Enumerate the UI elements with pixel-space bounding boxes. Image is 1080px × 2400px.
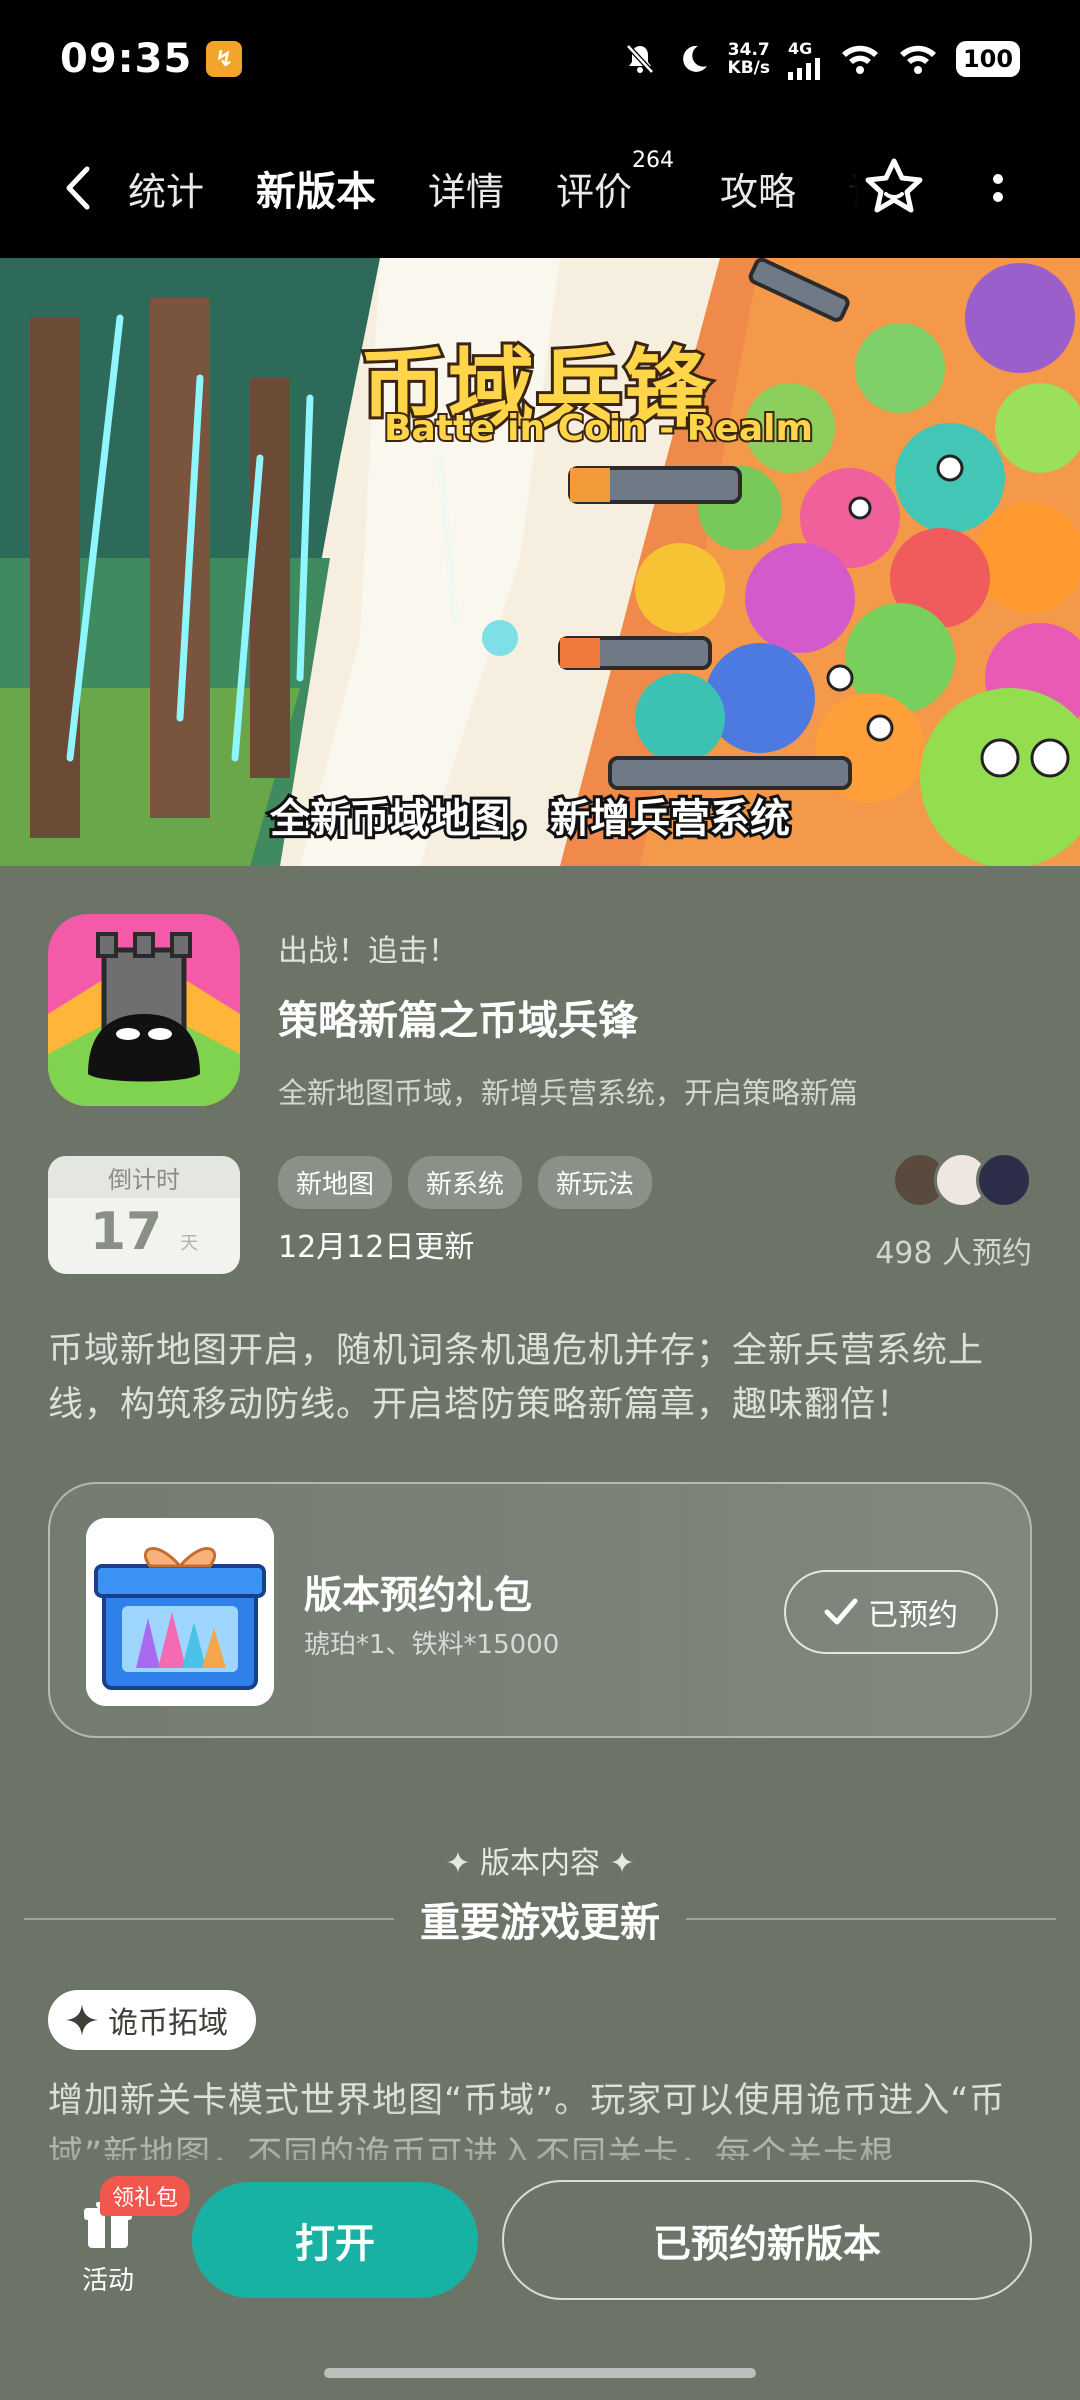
favorite-button[interactable] — [856, 150, 932, 226]
game-subtitle: 出战！追击！ — [278, 934, 458, 969]
sparkle-icon: ✦ — [445, 1846, 480, 1881]
network-speed: 34.7 KB/s — [728, 41, 770, 77]
section-kicker-label: 版本内容 — [480, 1846, 600, 1881]
star-icon — [865, 158, 923, 213]
review-count-badge: 264 — [632, 148, 675, 173]
sparkle-icon: ✦ — [600, 1846, 635, 1881]
game-title: 策略新篇之币域兵锋 — [278, 998, 638, 1044]
network-speed-unit: KB/s — [727, 58, 770, 78]
game-icon[interactable] — [48, 914, 240, 1106]
wifi-icon — [842, 45, 878, 74]
countdown-unit: 天 — [180, 1233, 199, 1254]
banner-subtitle: Batte in Coin - Realm — [382, 406, 815, 451]
avatar — [976, 1152, 1032, 1208]
gift-title: 版本预约礼包 — [304, 1573, 533, 1617]
gift-box-icon — [86, 1518, 274, 1706]
gift-reserved-button[interactable]: 已预约 — [784, 1570, 998, 1654]
tab-stats[interactable]: 统计 — [128, 118, 204, 258]
more-options-button[interactable] — [970, 160, 1026, 216]
game-meta: 出战！追击！ 策略新篇之币域兵锋 全新地图币域，新增兵营系统，开启策略新篇 — [278, 926, 858, 1112]
open-button[interactable]: 打开 — [192, 2182, 478, 2298]
battery-indicator: 100 — [956, 41, 1020, 77]
divider — [24, 1918, 394, 1920]
section-heading-row: 重要游戏更新 — [24, 1890, 1056, 1948]
sparkle-icon — [66, 2004, 98, 2036]
feature-pill-label: 诡币拓域 — [108, 2006, 228, 2041]
check-icon — [824, 1598, 858, 1625]
status-bar: 09:35 ↯ 34.7 KB/s 4G 100 — [0, 0, 1080, 118]
home-indicator[interactable] — [324, 2368, 756, 2378]
feature-pill: 诡币拓域 — [48, 1990, 256, 2050]
reserved-new-version-button[interactable]: 已预约新版本 — [502, 2180, 1032, 2300]
version-intro: 币域新地图开启，随机词条机遇危机并存；全新兵营系统上线，构筑移动防线。开启塔防策… — [48, 1331, 985, 1425]
tab-guides[interactable]: 攻略 — [720, 118, 796, 258]
moon-icon — [682, 45, 707, 72]
divider — [686, 1918, 1056, 1920]
nav-tabs: 统计 新版本 详情 评价 264 攻略 讨 — [128, 118, 858, 258]
tag: 新地图 — [278, 1156, 393, 1209]
status-indicators: 34.7 KB/s 4G 100 — [622, 39, 1020, 80]
more-dot-icon — [993, 174, 1003, 184]
reservation-gift-card[interactable]: 版本预约礼包 琥珀*1、铁料*15000 已预约 — [48, 1482, 1032, 1738]
chevron-left-icon — [66, 166, 90, 210]
tab-reviews[interactable]: 评价 264 — [556, 118, 674, 258]
notification-app-icon: ↯ — [206, 41, 243, 77]
claim-gift-badge[interactable]: 领礼包 — [100, 2176, 191, 2216]
tag: 新玩法 — [538, 1156, 653, 1209]
tag: 新系统 — [408, 1156, 523, 1209]
countdown-label: 倒计时 — [48, 1156, 240, 1198]
tab-new-version-label: 新版本 — [256, 169, 377, 215]
section-kicker: ✦ 版本内容 ✦ — [0, 1838, 1080, 1882]
section-heading: 重要游戏更新 — [420, 1900, 660, 1946]
tab-details-label: 详情 — [428, 169, 505, 214]
signal-bars-icon — [788, 57, 820, 80]
game-description: 全新地图币域，新增兵营系统，开启策略新篇 — [278, 1076, 859, 1110]
version-banner[interactable]: 币域兵锋 Batte in Coin - Realm 全新币域地图，新增兵营系统 — [0, 258, 1080, 866]
castle-slime-icon — [48, 914, 240, 1106]
gift-box-art — [86, 1518, 274, 1706]
tabs-fade-overlay — [798, 118, 858, 258]
network-speed-value: 34.7 — [727, 40, 770, 60]
tab-stats-label: 统计 — [128, 169, 205, 214]
network-type: 4G — [788, 38, 813, 58]
wifi-secondary-icon — [900, 45, 936, 74]
status-time: 09:35 — [60, 36, 193, 82]
tab-new-version[interactable]: 新版本 — [250, 118, 383, 258]
countdown-card: 倒计时 17 天 — [48, 1156, 240, 1274]
update-date: 12月12日更新 — [278, 1230, 475, 1265]
reserve-count: 498 人预约 — [875, 1236, 1032, 1271]
gift-button-label: 已预约 — [868, 1598, 958, 1633]
tab-guides-label: 攻略 — [720, 169, 797, 214]
mute-bell-icon — [625, 44, 654, 74]
cellular-signal: 4G — [788, 39, 822, 80]
more-dot-icon — [993, 192, 1003, 202]
tab-details[interactable]: 详情 — [428, 118, 504, 258]
gift-contents: 琥珀*1、铁料*15000 — [304, 1630, 560, 1660]
countdown-value: 17 天 — [48, 1198, 240, 1262]
reserver-avatars[interactable] — [892, 1152, 1032, 1208]
version-tags: 新地图 新系统 新玩法 — [278, 1156, 653, 1209]
banner-caption: 全新币域地图，新增兵营系统 — [267, 793, 793, 845]
tab-reviews-label: 评价 — [556, 169, 633, 214]
activity-label: 活动 — [81, 2266, 134, 2296]
back-button[interactable] — [48, 158, 108, 218]
countdown-number: 17 — [89, 1202, 163, 1262]
